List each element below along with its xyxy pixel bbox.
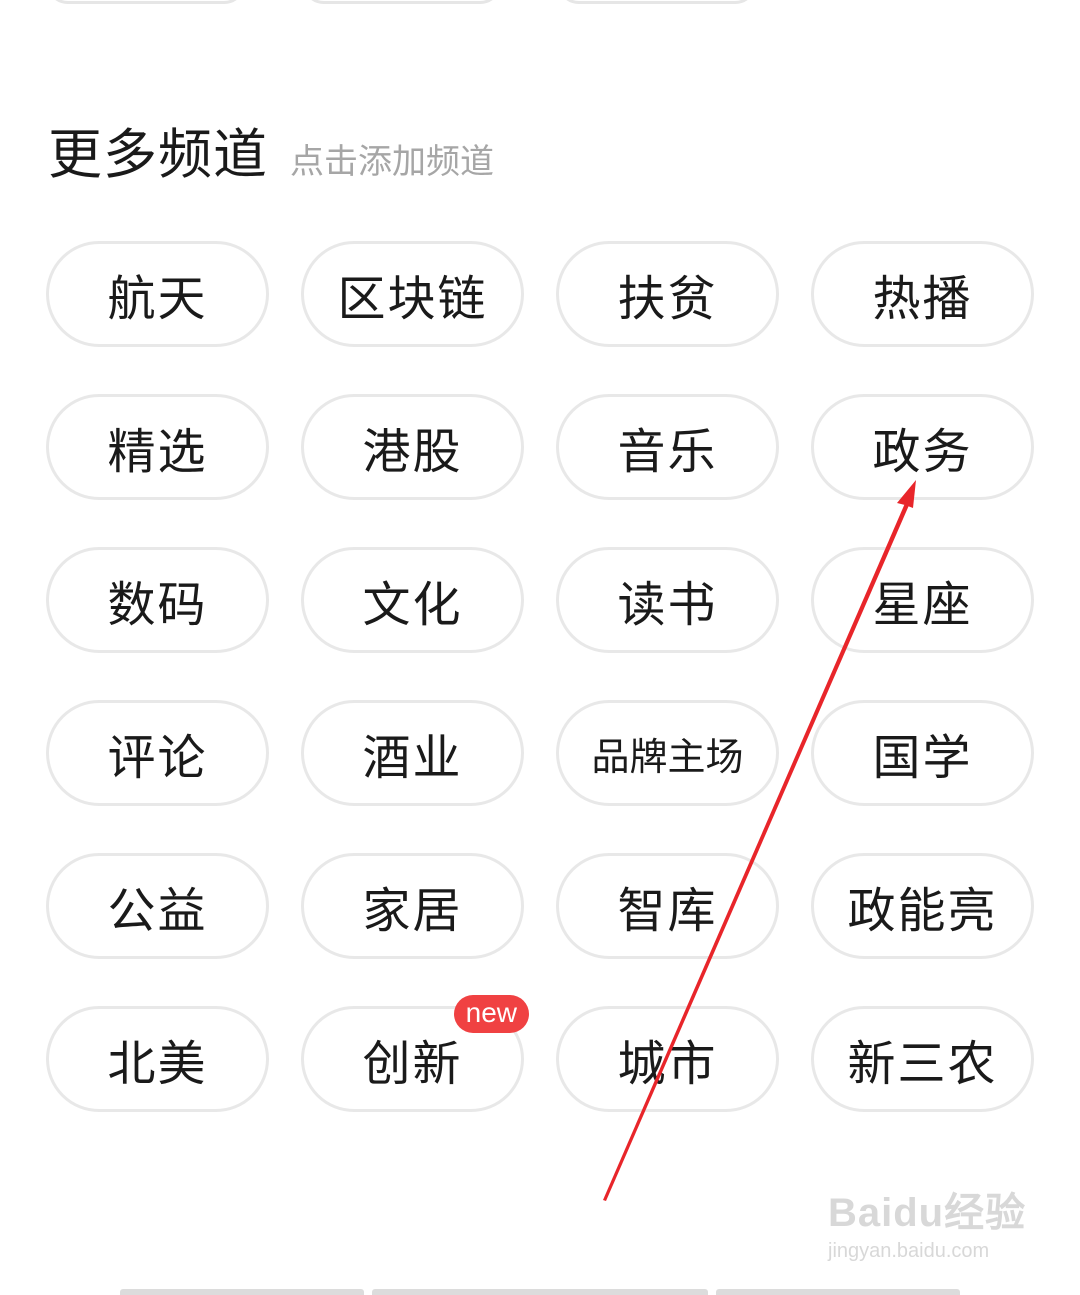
channel-label: 智库: [617, 883, 718, 939]
channel-chip[interactable]: 扶贫: [556, 241, 779, 347]
channel-label: 城市: [617, 1036, 718, 1092]
channel-chip-government[interactable]: 政务: [811, 394, 1034, 500]
channel-chip[interactable]: 北美: [46, 1006, 269, 1112]
baidu-watermark: Baidu经验 jingyan.baidu.com: [828, 1180, 1028, 1280]
channel-label: 国学: [872, 730, 973, 786]
channel-label: 新三农: [847, 1036, 998, 1092]
bottom-bar-segment: [372, 1289, 708, 1295]
channel-chip[interactable]: 公益: [46, 853, 269, 959]
channel-chip[interactable]: 家居: [301, 853, 524, 959]
channel-label: 评论: [107, 730, 208, 786]
channel-chip[interactable]: 航天: [46, 241, 269, 347]
channel-chip[interactable]: 港股: [301, 394, 524, 500]
channel-label: 北美: [107, 1036, 208, 1092]
channel-label: 公益: [107, 883, 208, 939]
channel-chip[interactable]: 热播: [811, 241, 1034, 347]
channel-chip[interactable]: 酒业: [301, 700, 524, 806]
channel-label: 数码: [107, 577, 208, 633]
channel-chip[interactable]: 品牌主场: [556, 700, 779, 806]
bottom-bar-segment: [120, 1289, 364, 1295]
channel-chip[interactable]: 精选: [46, 394, 269, 500]
previous-section-chip[interactable]: [557, 0, 757, 4]
channel-grid: 航天 区块链 扶贫 热播 精选 港股 音乐 政务 数码 文化 读书 星座 评论 …: [46, 241, 1036, 1112]
channel-label: 热播: [872, 271, 973, 327]
watermark-logo: Baidu经验: [828, 1191, 1027, 1235]
new-badge: new: [453, 995, 529, 1033]
channel-chip[interactable]: 区块链: [301, 241, 524, 347]
previous-section-chip[interactable]: [46, 0, 246, 4]
channel-chip[interactable]: 国学: [811, 700, 1034, 806]
section-hint: 点击添加频道: [290, 142, 494, 182]
watermark-url: jingyan.baidu.com: [828, 1240, 990, 1262]
channel-chip[interactable]: 政能亮: [811, 853, 1034, 959]
channel-label: 政务: [872, 424, 973, 480]
channel-label: 读书: [617, 577, 718, 633]
channel-label: 航天: [107, 271, 208, 327]
channel-label: 港股: [362, 424, 463, 480]
channel-label: 文化: [362, 577, 463, 633]
channel-label: 精选: [107, 424, 208, 480]
channel-chip[interactable]: 读书: [556, 547, 779, 653]
channel-label: 扶贫: [617, 271, 718, 327]
channel-chip[interactable]: 数码: [46, 547, 269, 653]
channel-label: 星座: [872, 577, 973, 633]
channel-chip[interactable]: 星座: [811, 547, 1034, 653]
channel-label: 酒业: [362, 730, 463, 786]
channel-chip[interactable]: 创新 new: [301, 995, 529, 1112]
channel-label: 家居: [362, 883, 463, 939]
channel-chip[interactable]: 音乐: [556, 394, 779, 500]
previous-section-chip[interactable]: [302, 0, 502, 4]
section-title: 更多频道: [48, 123, 268, 186]
channel-label: 创新: [362, 1036, 463, 1092]
channel-chip[interactable]: 文化: [301, 547, 524, 653]
channel-chip[interactable]: 城市: [556, 1006, 779, 1112]
channel-chip[interactable]: 评论: [46, 700, 269, 806]
channel-label: 品牌主场: [591, 734, 744, 779]
channel-chip[interactable]: 新三农: [811, 1006, 1034, 1112]
bottom-bar-segment: [716, 1289, 960, 1295]
channel-label: 音乐: [617, 424, 718, 480]
channel-label: 政能亮: [847, 883, 998, 939]
channel-chip[interactable]: 智库: [556, 853, 779, 959]
more-channels-header: 更多频道 点击添加频道: [48, 110, 494, 189]
channel-label: 区块链: [337, 271, 488, 327]
